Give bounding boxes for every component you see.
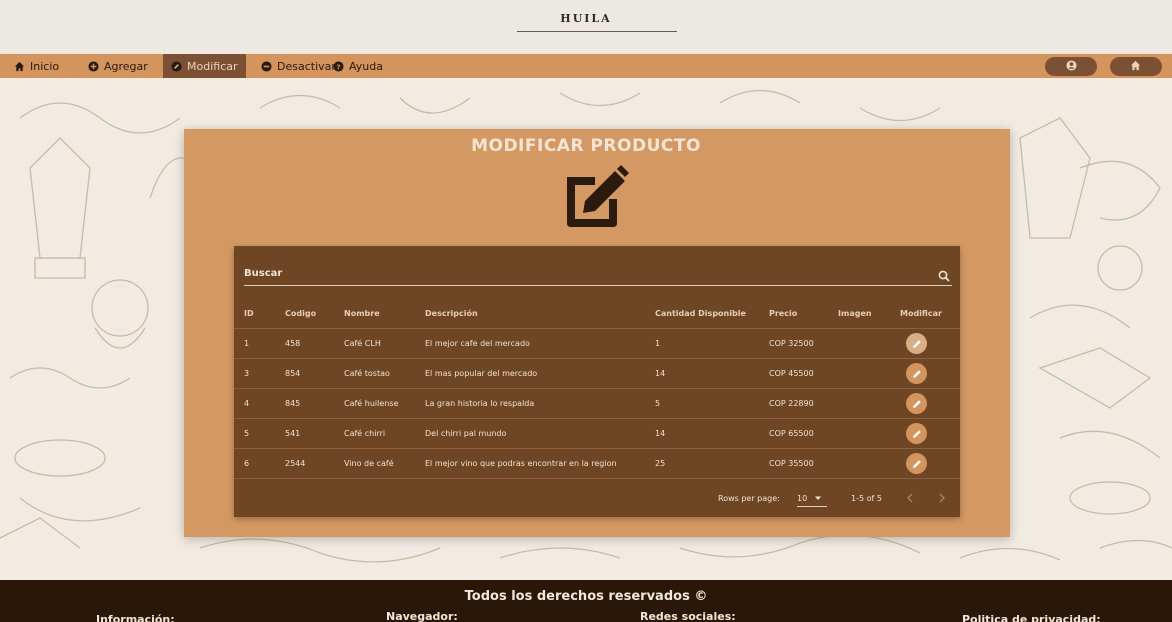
cell-id: 4 [244, 399, 250, 408]
cell-descripcion: El mas popular del mercado [425, 369, 538, 378]
table-row [234, 388, 960, 418]
rows-per-page-underline [797, 506, 827, 507]
cell-descripcion: Del chirri pal mundo [425, 429, 507, 438]
column-header-cantidad[interactable]: Cantidad Disponible [655, 309, 746, 318]
table-row [234, 418, 960, 448]
home-alt-icon [1130, 60, 1143, 74]
cell-precio: COP 32500 [769, 339, 814, 348]
footer-info-heading: Información: [96, 613, 175, 622]
edit-button[interactable] [906, 363, 927, 384]
table-row [234, 328, 960, 358]
nav-item-agregar[interactable]: Agregar [80, 54, 156, 78]
cell-precio: COP 65500 [769, 429, 814, 438]
caret-down-icon [814, 494, 822, 504]
edit-button[interactable] [906, 423, 927, 444]
cell-codigo: 854 [285, 369, 301, 378]
help-circle-icon: ? [333, 60, 344, 72]
rows-per-page-label: Rows per page: [718, 494, 780, 503]
table-row [234, 358, 960, 388]
nav-label: Modificar [187, 59, 238, 73]
pencil-icon [912, 334, 922, 353]
cell-id: 5 [244, 429, 250, 438]
prev-page-icon[interactable] [906, 493, 914, 505]
column-header-modificar[interactable]: Modificar [900, 309, 942, 318]
cell-cantidad: 1 [655, 339, 661, 348]
cell-nombre: Café tostao [344, 369, 390, 378]
pencil-icon [912, 394, 922, 413]
cell-descripcion: La gran historia lo respalda [425, 399, 535, 408]
cell-cantidad: 14 [655, 429, 666, 438]
cell-codigo: 541 [285, 429, 301, 438]
cell-id: 1 [244, 339, 250, 348]
brand-title: HUILA [560, 12, 612, 25]
cell-id: 6 [244, 459, 250, 468]
footer-nav-heading: Navegador: [386, 610, 458, 622]
edit-button[interactable] [906, 393, 927, 414]
column-header-codigo[interactable]: Codigo [285, 309, 316, 318]
search-icon[interactable] [938, 267, 950, 282]
minus-circle-icon [261, 60, 272, 72]
user-button[interactable] [1045, 57, 1097, 76]
footer-social-heading: Redes sociales: [640, 610, 736, 622]
nav-bar: Inicio Agregar Modificar Desactivar ? Ay… [0, 54, 1172, 78]
page-title: MODIFICAR PRODUCTO [471, 136, 701, 156]
cell-codigo: 458 [285, 339, 301, 348]
cell-codigo: 845 [285, 399, 301, 408]
pagination-range: 1-5 of 5 [851, 494, 882, 503]
cell-nombre: Café chirri [344, 429, 386, 438]
cell-descripcion: El mejor cafe del mercado [425, 339, 530, 348]
edit-button[interactable] [906, 333, 927, 354]
nav-label: Inicio [30, 59, 60, 73]
search-label: Buscar [244, 268, 283, 279]
cell-codigo: 2544 [285, 459, 306, 468]
pencil-icon [912, 364, 922, 383]
cell-precio: COP 45500 [769, 369, 814, 378]
rows-per-page-value: 10 [797, 494, 808, 503]
edit-square-icon [557, 163, 631, 229]
edit-button[interactable] [906, 453, 927, 474]
cell-nombre: Café huilense [344, 399, 399, 408]
table-divider [234, 478, 960, 479]
cell-precio: COP 22890 [769, 399, 814, 408]
footer: Todos los derechos reservados © Informac… [0, 580, 1172, 622]
pencil-icon [912, 454, 922, 473]
footer-title: Todos los derechos reservados © [464, 589, 708, 604]
cell-nombre: Vino de café [344, 459, 394, 468]
cell-precio: COP 35500 [769, 459, 814, 468]
nav-item-inicio[interactable]: Inicio [6, 54, 67, 78]
brand-underline [517, 31, 677, 32]
footer-privacy-heading: Politica de privacidad: [962, 613, 1101, 622]
column-header-imagen[interactable]: Imagen [838, 309, 872, 318]
cell-cantidad: 14 [655, 369, 666, 378]
cell-nombre: Café CLH [344, 339, 381, 348]
nav-label: Ayuda [349, 59, 383, 73]
cell-cantidad: 5 [655, 399, 661, 408]
search-field[interactable]: Buscar [244, 262, 952, 286]
cell-id: 3 [244, 369, 250, 378]
column-header-descripcion[interactable]: Descripción [425, 309, 478, 318]
pencil-icon [912, 424, 922, 443]
brand-bar: HUILA [0, 0, 1172, 46]
column-header-precio[interactable]: Precio [769, 309, 797, 318]
user-icon [1065, 59, 1077, 74]
column-header-nombre[interactable]: Nombre [344, 309, 380, 318]
next-page-icon[interactable] [938, 493, 946, 505]
plus-circle-icon [88, 60, 99, 72]
cell-cantidad: 25 [655, 459, 666, 468]
svg-text:?: ? [336, 62, 340, 71]
home-button[interactable] [1110, 57, 1162, 76]
home-icon [14, 61, 25, 72]
cell-descripcion: El mejor vino que podras encontrar en la… [425, 459, 617, 468]
column-header-id[interactable]: ID [244, 309, 254, 318]
rows-per-page-select[interactable]: 10 [797, 494, 822, 504]
nav-label: Agregar [104, 59, 148, 73]
nav-item-modificar[interactable]: Modificar [163, 54, 246, 78]
nav-item-ayuda[interactable]: ? Ayuda [325, 54, 391, 78]
edit-circle-icon [171, 60, 182, 72]
